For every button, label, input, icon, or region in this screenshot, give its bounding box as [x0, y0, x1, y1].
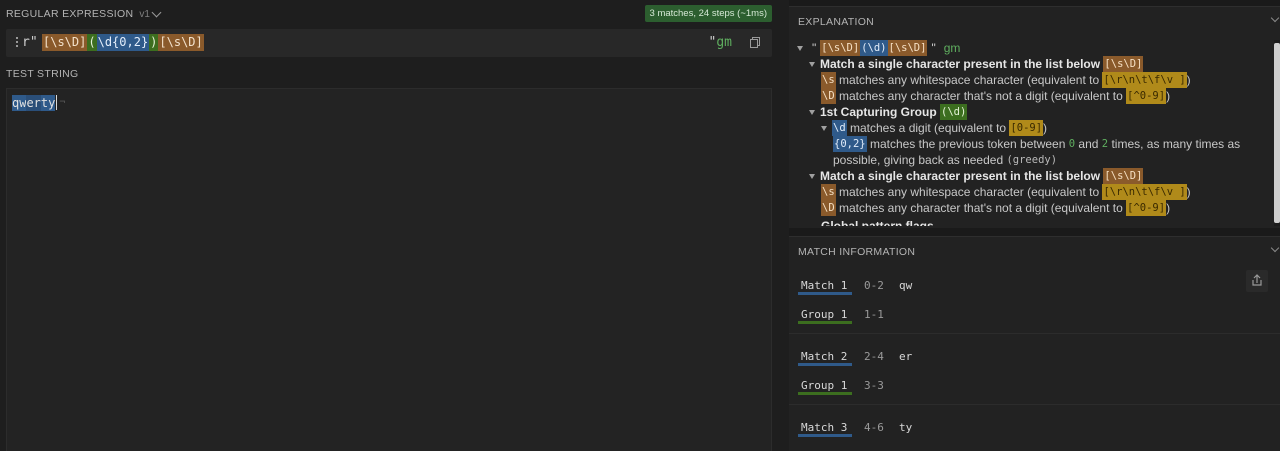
- collapse-triangle-icon[interactable]: [797, 45, 803, 51]
- explanation-quantifier-cont: possible, giving back as needed (greedy): [833, 153, 1058, 167]
- flags-label: gm: [716, 35, 732, 50]
- version-label: v1: [139, 8, 150, 20]
- match-row[interactable]: Match 2 2-4 er: [798, 350, 912, 370]
- explanation-set2[interactable]: Match a single character present in the …: [809, 168, 1144, 184]
- regex-token-group-close: ): [149, 34, 159, 51]
- chevron-down-icon: [151, 7, 162, 17]
- explanation-panel: EXPLANATION " [\s\D] (\d) [\s\D] " gm Matc…: [789, 6, 1280, 228]
- group-row[interactable]: Group 1 3-3: [798, 379, 899, 399]
- collapse-triangle-icon[interactable]: [809, 173, 815, 179]
- test-string-label: TEST STRING: [6, 68, 79, 80]
- regex-token-group-open: (: [87, 34, 97, 51]
- regex-header: REGULAR EXPRESSION v1: [6, 6, 162, 22]
- explanation-set1[interactable]: Match a single character present in the …: [809, 56, 1144, 72]
- regex-section-label: REGULAR EXPRESSION: [6, 8, 134, 20]
- match-divider: [789, 404, 1280, 405]
- collapse-triangle-icon[interactable]: [809, 109, 815, 115]
- editor-column: REGULAR EXPRESSION v1 3 matches, 24 step…: [0, 0, 778, 451]
- test-string-text[interactable]: qw er ty ¬: [12, 95, 65, 111]
- match-row[interactable]: Match 1 0-2 qw: [798, 279, 912, 299]
- explanation-header-line[interactable]: " [\s\D] (\d) [\s\D] " gm: [797, 40, 960, 56]
- collapse-chevron-icon[interactable]: [1270, 13, 1280, 23]
- share-icon[interactable]: [1246, 270, 1268, 292]
- regex-token-set-2: [\s\D]: [158, 34, 204, 51]
- copy-icon[interactable]: [750, 37, 760, 48]
- regex-input[interactable]: r" [\s\D] (\d{0,2}) [\s\D] "gm: [6, 29, 772, 57]
- collapse-chevron-icon[interactable]: [1270, 243, 1280, 253]
- regex-token-group-digit: \d{0,2}: [96, 34, 150, 51]
- explanation-tree: " [\s\D] (\d) [\s\D] " gm Match a single c…: [789, 40, 1273, 226]
- collapse-triangle-icon[interactable]: [809, 61, 815, 67]
- version-selector[interactable]: v1: [139, 7, 162, 20]
- sidebar-panel: EXPLANATION " [\s\D] (\d) [\s\D] " gm Matc…: [789, 0, 1280, 451]
- match-status-badge: 3 matches, 24 steps (~1ms): [644, 5, 772, 22]
- regex-token-set-1: [\s\D]: [42, 34, 88, 51]
- test-string-editor[interactable]: qw er ty ¬: [6, 88, 772, 451]
- match-row[interactable]: Match 3 4-6 ty: [798, 421, 912, 441]
- collapse-triangle-icon[interactable]: [821, 125, 827, 131]
- match-highlight-1: qw: [12, 95, 27, 111]
- explanation-whitespace-2: \s matches any whitespace character (equ…: [821, 184, 1191, 200]
- regex-delimiter-open: r": [22, 35, 38, 50]
- explanation-group[interactable]: 1st Capturing Group (\d): [809, 104, 968, 120]
- match-divider: [789, 333, 1280, 334]
- text-cursor: [56, 95, 58, 110]
- explanation-whitespace: \s matches any whitespace character (equ…: [821, 72, 1191, 88]
- explanation-global-flags: Global pattern flags: [821, 219, 934, 226]
- regex-pattern[interactable]: [\s\D] (\d{0,2}) [\s\D]: [42, 34, 204, 51]
- regex-flags[interactable]: "gm: [709, 35, 732, 50]
- match-highlight-3: ty: [40, 95, 56, 111]
- match-information-title: MATCH INFORMATION: [798, 246, 916, 258]
- explanation-scroll-thumb[interactable]: [1274, 43, 1280, 223]
- explanation-non-digit-2: \D matches any character that's not a di…: [821, 200, 1171, 216]
- match-information-panel: MATCH INFORMATION Match 1 0-2 qw Group 1…: [789, 236, 1280, 451]
- explanation-quantifier: {0,2} matches the previous token between…: [833, 136, 1241, 152]
- match-highlight-2: er: [26, 95, 41, 111]
- drag-handle-icon[interactable]: [16, 37, 19, 48]
- explanation-non-digit: \D matches any character that's not a di…: [821, 88, 1171, 104]
- explanation-digit[interactable]: \d matches a digit (equivalent to [0-9]): [821, 120, 1047, 136]
- end-of-line-icon: ¬: [59, 97, 66, 108]
- group-row[interactable]: Group 1 1-1: [798, 308, 899, 328]
- explanation-title: EXPLANATION: [798, 16, 875, 28]
